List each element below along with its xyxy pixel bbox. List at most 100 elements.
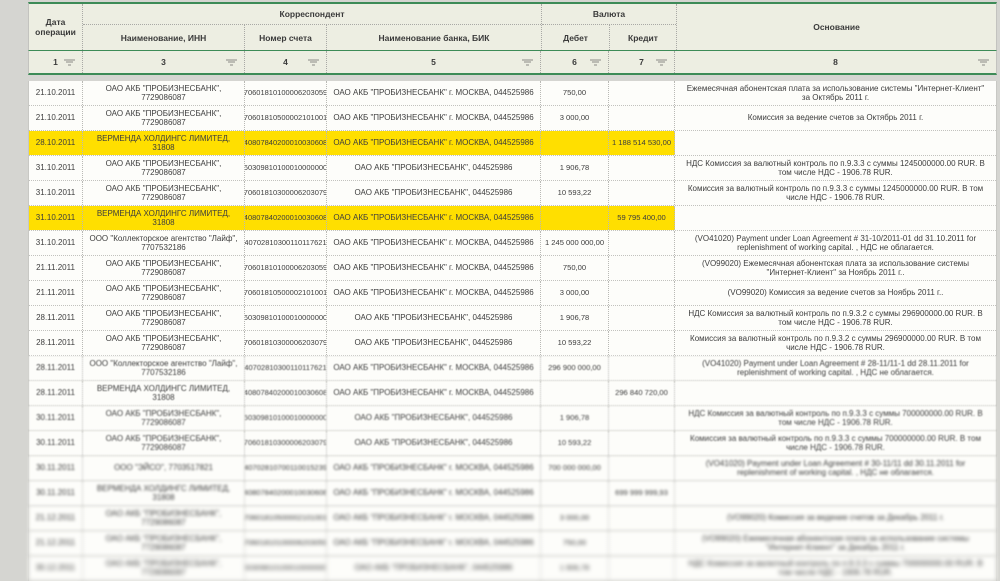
cell-debit[interactable]: 296 900 000,00 <box>541 356 609 380</box>
cell-basis[interactable]: (VO41020) Payment under Loan Agreement #… <box>675 456 996 480</box>
cell-date[interactable]: 21.11.2011 <box>29 256 83 280</box>
cell-account[interactable]: 60309810100010000000 <box>245 156 327 180</box>
cell-basis[interactable]: Комиссия за валютный контроль по п.9.3.3… <box>675 181 996 205</box>
filter-icon[interactable] <box>64 58 75 67</box>
cell-date[interactable]: 21.10.2011 <box>29 106 83 130</box>
cell-basis[interactable]: (VO99020) Ежемесячная абонентская плата … <box>675 531 996 555</box>
cell-name[interactable]: ОАО АКБ "ПРОБИЗНЕСБАНК", 7729086087 <box>83 556 245 580</box>
cell-account[interactable]: 70601810100006203059 <box>245 81 327 105</box>
cell-account[interactable]: 70601810300006203079 <box>245 181 327 205</box>
cell-credit[interactable]: 1 188 514 530,00 <box>609 131 675 155</box>
cell-debit[interactable]: 1 906,78 <box>541 306 609 330</box>
cell-basis[interactable]: (VO99020) Комиссия за ведение счетов за … <box>675 281 996 305</box>
cell-basis[interactable]: (VO99020) Ежемесячная абонентская плата … <box>675 256 996 280</box>
cell-bank[interactable]: ОАО АКБ "ПРОБИЗНЕСБАНК", 044525986 <box>327 156 541 180</box>
filter-icon[interactable] <box>308 58 319 67</box>
cell-date[interactable]: 31.10.2011 <box>29 156 83 180</box>
cell-basis[interactable]: (VO99020) Комиссия за ведение счетов за … <box>675 506 996 530</box>
cell-date[interactable]: 21.12.2011 <box>29 506 83 530</box>
filter-cell-1[interactable]: 1 <box>29 51 83 73</box>
cell-account[interactable]: 40807840200010030608 <box>245 131 327 155</box>
cell-account[interactable]: 60309810100010000000 <box>245 556 327 580</box>
cell-bank[interactable]: ОАО АКБ "ПРОБИЗНЕСБАНК" г. МОСКВА, 04452… <box>327 231 541 255</box>
cell-credit[interactable] <box>609 456 675 480</box>
cell-bank[interactable]: ОАО АКБ "ПРОБИЗНЕСБАНК", 044525986 <box>327 406 541 430</box>
cell-date[interactable]: 21.10.2011 <box>29 81 83 105</box>
cell-date[interactable]: 30.11.2011 <box>29 431 83 455</box>
cell-debit[interactable]: 10 593,22 <box>541 181 609 205</box>
cell-account[interactable]: 70601810100006203059 <box>245 256 327 280</box>
cell-basis[interactable]: Комиссия за валютный контроль по п.9.3.3… <box>675 431 996 455</box>
cell-debit[interactable]: 3 000,00 <box>541 106 609 130</box>
cell-bank[interactable]: ОАО АКБ "ПРОБИЗНЕСБАНК", 044525986 <box>327 181 541 205</box>
cell-bank[interactable]: ОАО АКБ "ПРОБИЗНЕСБАНК" г. МОСКВА, 04452… <box>327 281 541 305</box>
cell-credit[interactable] <box>609 231 675 255</box>
cell-credit[interactable] <box>609 281 675 305</box>
cell-debit[interactable]: 750,00 <box>541 81 609 105</box>
filter-cell-7[interactable]: 7 <box>609 51 675 73</box>
filter-cell-6[interactable]: 6 <box>541 51 609 73</box>
cell-name[interactable]: ОАО АКБ "ПРОБИЗНЕСБАНК", 7729086087 <box>83 506 245 530</box>
cell-name[interactable]: ОАО АКБ "ПРОБИЗНЕСБАНК", 7729086087 <box>83 156 245 180</box>
filter-icon[interactable] <box>978 58 989 67</box>
cell-bank[interactable]: ОАО АКБ "ПРОБИЗНЕСБАНК" г. МОСКВА, 04452… <box>327 256 541 280</box>
cell-debit[interactable] <box>541 481 609 505</box>
cell-debit[interactable]: 1 906,78 <box>541 156 609 180</box>
cell-debit[interactable]: 1 906,78 <box>541 556 609 580</box>
cell-date[interactable]: 28.11.2011 <box>29 331 83 355</box>
cell-name[interactable]: ВЕРМЕНДА ХОЛДИНГС ЛИМИТЕД, 31808 <box>83 481 245 505</box>
cell-name[interactable]: ОАО АКБ "ПРОБИЗНЕСБАНК", 7729086087 <box>83 306 245 330</box>
cell-name[interactable]: ВЕРМЕНДА ХОЛДИНГС ЛИМИТЕД, 31808 <box>83 206 245 230</box>
col-header-account[interactable]: Номер счета <box>245 25 327 50</box>
cell-debit[interactable]: 750,00 <box>541 531 609 555</box>
cell-basis[interactable] <box>675 131 996 155</box>
cell-name[interactable]: ВЕРМЕНДА ХОЛДИНГС ЛИМИТЕД, 31808 <box>83 381 245 405</box>
cell-account[interactable]: 70601810500002101001 <box>245 281 327 305</box>
filter-icon[interactable] <box>226 58 237 67</box>
filter-cell-8[interactable]: 8 <box>675 51 996 73</box>
cell-name[interactable]: ОАО АКБ "ПРОБИЗНЕСБАНК", 7729086087 <box>83 81 245 105</box>
cell-name[interactable]: ОАО АКБ "ПРОБИЗНЕСБАНК", 7729086087 <box>83 106 245 130</box>
cell-date[interactable]: 28.11.2011 <box>29 356 83 380</box>
cell-account[interactable]: 70601810500002101001 <box>245 106 327 130</box>
filter-cell-3[interactable]: 3 <box>83 51 245 73</box>
cell-basis[interactable]: (VO41020) Payment under Loan Agreement #… <box>675 356 996 380</box>
col-header-basis[interactable]: Основание <box>677 4 996 50</box>
cell-debit[interactable] <box>541 131 609 155</box>
cell-basis[interactable]: НДС Комиссия за валютный контроль по п.9… <box>675 556 996 580</box>
cell-bank[interactable]: ОАО АКБ "ПРОБИЗНЕСБАНК", 044525986 <box>327 306 541 330</box>
cell-bank[interactable]: ОАО АКБ "ПРОБИЗНЕСБАНК" г. МОСКВА, 04452… <box>327 81 541 105</box>
cell-account[interactable]: 40702810300110117621 <box>245 356 327 380</box>
cell-name[interactable]: ООО "Коллекторское агентство "Лайф", 770… <box>83 356 245 380</box>
cell-account[interactable]: 70601810300006203079 <box>245 331 327 355</box>
cell-credit[interactable] <box>609 556 675 580</box>
cell-date[interactable]: 21.11.2011 <box>29 281 83 305</box>
cell-debit[interactable]: 3 000,00 <box>541 506 609 530</box>
cell-date[interactable]: 30.11.2011 <box>29 456 83 480</box>
cell-bank[interactable]: ОАО АКБ "ПРОБИЗНЕСБАНК" г. МОСКВА, 04452… <box>327 381 541 405</box>
filter-icon[interactable] <box>522 58 533 67</box>
cell-basis[interactable]: (VO41020) Payment under Loan Agreement #… <box>675 231 996 255</box>
col-header-credit[interactable]: Кредит <box>610 25 676 50</box>
col-header-name-inn[interactable]: Наименование, ИНН <box>83 25 245 50</box>
cell-debit[interactable]: 1 245 000 000,00 <box>541 231 609 255</box>
cell-basis[interactable]: НДС Комиссия за валютный контроль по п.9… <box>675 306 996 330</box>
cell-bank[interactable]: ОАО АКБ "ПРОБИЗНЕСБАНК", 044525986 <box>327 331 541 355</box>
cell-credit[interactable]: 699 999 999,93 <box>609 481 675 505</box>
col-header-date[interactable]: Дата операции <box>29 4 83 50</box>
cell-account[interactable]: 40807840200010030608 <box>245 481 327 505</box>
cell-credit[interactable] <box>609 406 675 430</box>
cell-credit[interactable] <box>609 256 675 280</box>
cell-date[interactable]: 31.10.2011 <box>29 206 83 230</box>
cell-account[interactable]: 70601810100006203059 <box>245 531 327 555</box>
cell-account[interactable]: 40702810300110117621 <box>245 231 327 255</box>
cell-name[interactable]: ВЕРМЕНДА ХОЛДИНГС ЛИМИТЕД, 31808 <box>83 131 245 155</box>
cell-basis[interactable]: Ежемесячная абонентская плата за использ… <box>675 81 996 105</box>
cell-date[interactable]: 30.12.2011 <box>29 556 83 580</box>
cell-debit[interactable]: 3 000,00 <box>541 281 609 305</box>
cell-debit[interactable]: 10 593,22 <box>541 431 609 455</box>
cell-credit[interactable] <box>609 106 675 130</box>
cell-date[interactable]: 21.12.2011 <box>29 531 83 555</box>
cell-credit[interactable] <box>609 531 675 555</box>
cell-name[interactable]: ОАО АКБ "ПРОБИЗНЕСБАНК", 7729086087 <box>83 256 245 280</box>
